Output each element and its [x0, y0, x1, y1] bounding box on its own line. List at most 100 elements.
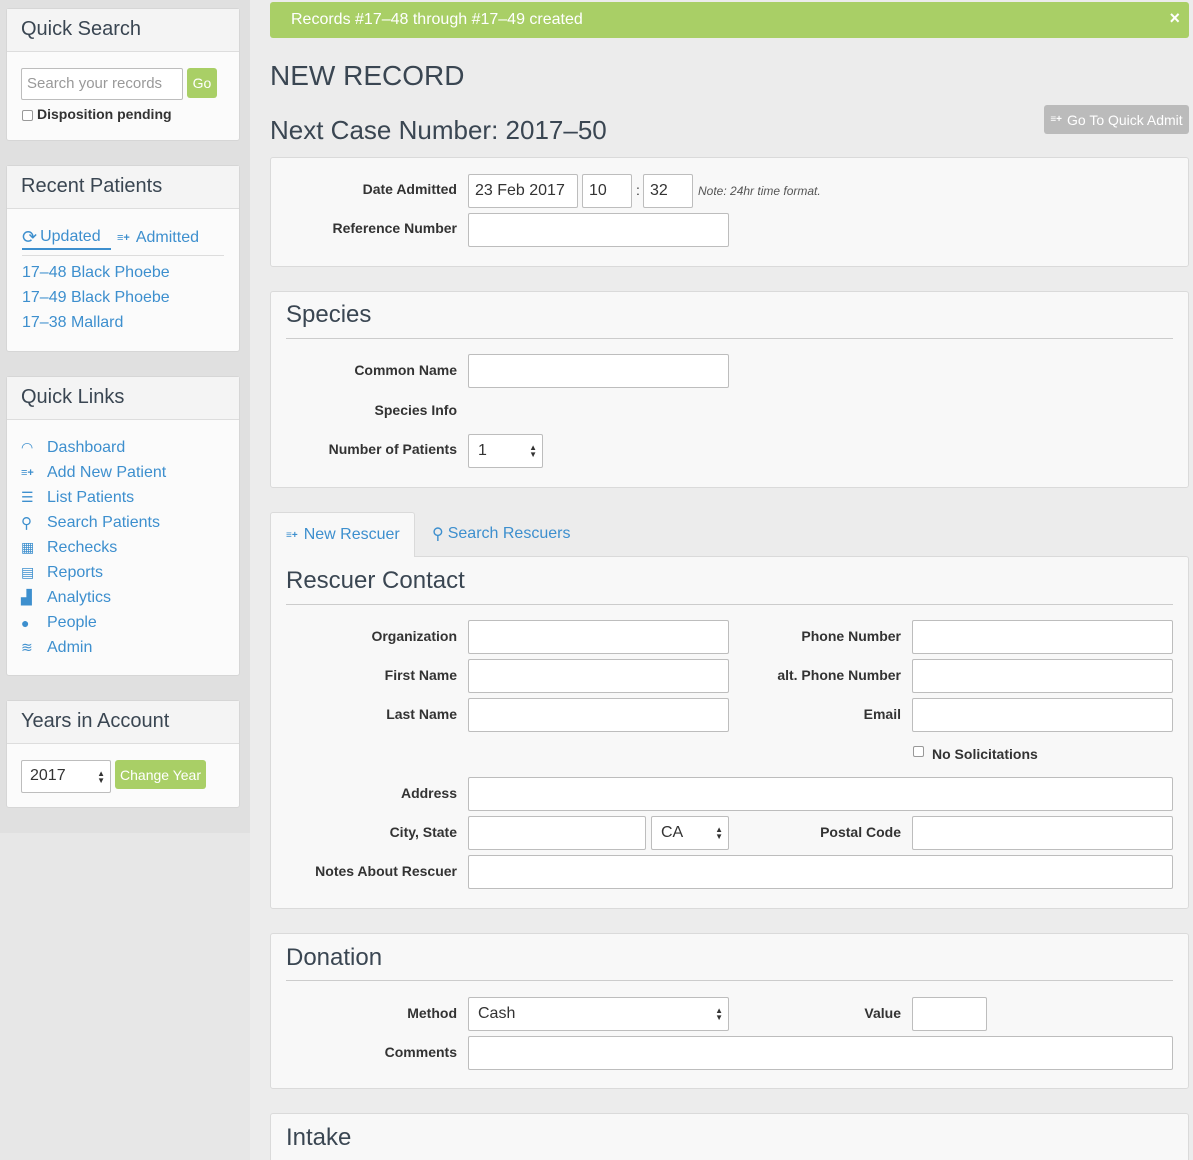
quick-link-add-new-patient[interactable]: ≡+ Add New Patient	[21, 460, 166, 485]
donation-card: Donation Method Cash ▲ ▼ Value Comments	[270, 933, 1189, 1089]
tab-updated-label: Updated	[40, 228, 101, 245]
alert-text: Records #17–48 through #17–49 created	[291, 11, 583, 28]
recent-patients-panel: Recent Patients ⟳ Updated ≡+ Admitted 17…	[6, 165, 240, 352]
rescuer-divider	[286, 604, 1173, 605]
tab-updated[interactable]: ⟳ Updated	[22, 226, 111, 250]
year-select[interactable]: 2017 ▲ ▼	[21, 760, 111, 793]
email-label: Email	[863, 706, 901, 722]
recent-patient-link[interactable]: 17–49 Black Phoebe	[22, 289, 170, 307]
email-input[interactable]	[912, 698, 1173, 732]
tab-admitted-label: Admitted	[135, 229, 199, 246]
quick-links-panel: Quick Links ◠ Dashboard ≡+ Add New Patient…	[6, 376, 240, 676]
add-list-icon: ≡+	[1050, 114, 1062, 125]
select-arrows-icon: ▲ ▼	[97, 769, 105, 785]
quick-link-label: Search Patients	[47, 513, 160, 531]
success-alert: Records #17–48 through #17–49 created ×	[270, 2, 1189, 38]
add-list-icon: ≡+	[117, 232, 130, 244]
organization-label: Organization	[371, 628, 457, 644]
state-select-value: CA	[661, 824, 684, 841]
address-input[interactable]	[468, 777, 1173, 811]
state-select[interactable]: CA ▲ ▼	[651, 816, 729, 850]
organization-input[interactable]	[468, 620, 729, 654]
species-divider	[286, 338, 1173, 339]
quick-link-reports[interactable]: ▤ Reports	[21, 560, 166, 585]
recent-patient-link[interactable]: 17–48 Black Phoebe	[22, 264, 170, 282]
select-arrows-icon: ▲ ▼	[715, 1006, 723, 1022]
quick-link-label: Analytics	[47, 588, 112, 606]
quick-search-panel: Quick Search Search your records Go Disp…	[6, 8, 240, 141]
hour-input[interactable]: 10	[582, 174, 632, 208]
address-label: Address	[400, 785, 457, 801]
change-year-button[interactable]: Change Year	[115, 760, 206, 789]
reference-number-label: Reference Number	[332, 220, 458, 236]
quick-search-go-button[interactable]: Go	[187, 68, 217, 98]
minute-input[interactable]: 32	[643, 174, 693, 208]
quick-links-list: ◠ Dashboard ≡+ Add New Patient ☰ List Patie…	[21, 435, 166, 660]
tab-search-rescuers[interactable]: ⚲ Search Rescuers	[432, 512, 570, 556]
calendar-icon: ▦	[21, 539, 35, 555]
admission-card: Date Admitted 23 Feb 2017 10 : 32 Note: …	[270, 157, 1189, 267]
last-name-input[interactable]	[468, 698, 729, 732]
quick-link-list-patients[interactable]: ☰ List Patients	[21, 485, 166, 510]
donation-divider	[286, 980, 1173, 981]
tab-new-rescuer-label: New Rescuer	[303, 526, 400, 543]
quick-admit-label: Go To Quick Admit	[1067, 111, 1183, 128]
years-title: Years in Account	[7, 701, 239, 744]
quick-link-dashboard[interactable]: ◠ Dashboard	[21, 435, 166, 460]
quick-search-input[interactable]: Search your records	[21, 68, 183, 100]
value-input[interactable]	[912, 997, 987, 1031]
quick-link-admin[interactable]: ≋ Admin	[21, 635, 166, 660]
notes-input[interactable]	[468, 855, 1173, 889]
comments-label: Comments	[384, 1044, 457, 1060]
common-name-input[interactable]	[468, 354, 729, 388]
alert-close-icon[interactable]: ×	[1169, 8, 1180, 29]
quick-link-label: Admin	[47, 638, 93, 656]
page-title: NEW RECORD	[270, 60, 465, 91]
quick-link-analytics[interactable]: ▟ Analytics	[21, 585, 166, 610]
date-admitted-input[interactable]: 23 Feb 2017	[468, 174, 578, 208]
people-icon: ●	[21, 614, 30, 631]
recent-patient-link[interactable]: 17–38 Mallard	[22, 314, 123, 332]
quick-link-label: Dashboard	[47, 438, 126, 456]
recent-patients-title: Recent Patients	[7, 166, 239, 209]
number-of-patients-select[interactable]: 1 ▲ ▼	[468, 434, 543, 468]
disposition-checkbox[interactable]	[22, 110, 33, 121]
tab-admitted[interactable]: ≡+ Admitted	[117, 226, 199, 250]
reference-number-input[interactable]	[468, 213, 729, 247]
quick-link-search-patients[interactable]: ⚲ Search Patients	[21, 510, 166, 535]
sidebar: Quick Search Search your records Go Disp…	[0, 0, 250, 833]
time-format-note: Note: 24hr time format.	[698, 184, 821, 198]
quick-search-title: Quick Search	[7, 9, 239, 52]
quick-link-rechecks[interactable]: ▦ Rechecks	[21, 535, 166, 560]
search-icon: ⚲	[21, 514, 32, 532]
search-icon: ⚲	[432, 526, 444, 543]
quick-link-people[interactable]: ● People	[21, 610, 166, 635]
quick-link-label: Reports	[47, 563, 104, 581]
time-separator: :	[636, 182, 640, 198]
species-card: Species Common Name Species Info Number …	[270, 291, 1189, 488]
common-name-label: Common Name	[354, 362, 457, 378]
no-solicitations-checkbox[interactable]	[913, 746, 924, 757]
case-number: Next Case Number: 2017–50	[270, 115, 607, 145]
report-icon: ▤	[21, 564, 35, 580]
postal-code-input[interactable]	[912, 816, 1173, 850]
date-admitted-label: Date Admitted	[362, 181, 457, 197]
quick-admit-button[interactable]: ≡+ Go To Quick Admit	[1044, 105, 1189, 134]
comments-input[interactable]	[468, 1036, 1173, 1070]
alt-phone-input[interactable]	[912, 659, 1173, 693]
notes-label: Notes About Rescuer	[315, 863, 457, 879]
phone-input[interactable]	[912, 620, 1173, 654]
species-title: Species	[286, 301, 372, 328]
phone-label: Phone Number	[801, 628, 901, 644]
city-input[interactable]	[468, 816, 646, 850]
method-select-value: Cash	[478, 1005, 516, 1022]
quick-link-label: Add New Patient	[47, 463, 167, 481]
list-icon: ☰	[21, 489, 34, 505]
tab-new-rescuer[interactable]: ≡+ New Rescuer	[270, 512, 415, 557]
method-select[interactable]: Cash ▲ ▼	[468, 997, 729, 1031]
first-name-input[interactable]	[468, 659, 729, 693]
intake-card: Intake	[270, 1113, 1189, 1160]
quick-link-label: People	[47, 613, 97, 631]
city-state-label: City, State	[389, 824, 457, 840]
donation-title: Donation	[286, 944, 383, 971]
